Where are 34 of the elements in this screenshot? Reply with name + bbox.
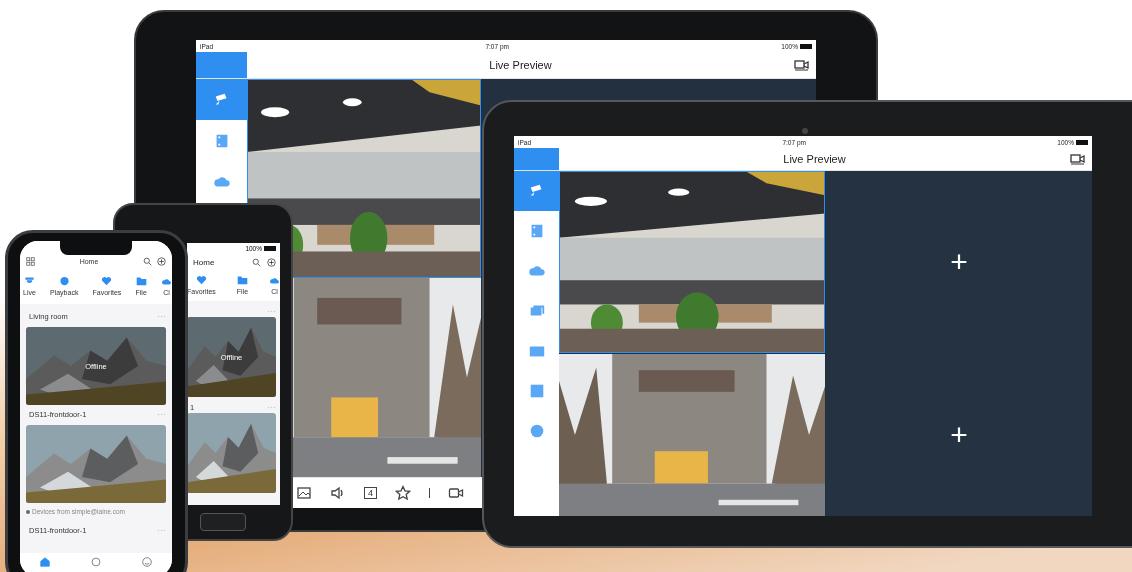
speaker-icon[interactable] xyxy=(330,485,346,501)
sidebar-item[interactable] xyxy=(514,171,559,211)
grid-icon[interactable] xyxy=(26,257,35,266)
home-button[interactable] xyxy=(200,513,246,531)
phone-notch xyxy=(60,241,132,255)
image-icon[interactable] xyxy=(296,485,312,501)
folder-icon xyxy=(236,275,248,285)
cloud-icon xyxy=(160,276,172,286)
camera-icon xyxy=(23,276,35,286)
video-camera-icon[interactable] xyxy=(794,59,810,71)
sidebar-header xyxy=(514,148,559,170)
screen-title: Live Preview xyxy=(488,59,553,71)
star-icon[interactable] xyxy=(395,485,411,501)
search-icon[interactable] xyxy=(143,257,152,266)
screen-title: Live Preview xyxy=(782,153,847,165)
window-count-button[interactable]: 4 xyxy=(364,487,377,499)
playback-icon xyxy=(58,276,70,286)
house-icon[interactable] xyxy=(40,557,51,567)
cloud-icon xyxy=(269,275,280,285)
message-icon[interactable] xyxy=(91,557,101,567)
person-icon[interactable] xyxy=(141,557,152,567)
globe-icon xyxy=(26,509,30,514)
video-camera-icon[interactable] xyxy=(448,485,464,501)
search-icon[interactable] xyxy=(252,257,261,267)
add-icon[interactable] xyxy=(157,257,166,266)
heart-icon xyxy=(101,276,113,286)
add-icon[interactable] xyxy=(267,257,276,267)
sidebar-item[interactable] xyxy=(196,79,247,120)
screen-title: Home xyxy=(192,257,216,267)
heart-icon xyxy=(195,275,207,285)
video-camera-icon[interactable] xyxy=(1070,153,1086,165)
sidebar-header xyxy=(196,52,247,78)
camera-lens xyxy=(802,128,808,134)
folder-icon xyxy=(135,276,147,286)
